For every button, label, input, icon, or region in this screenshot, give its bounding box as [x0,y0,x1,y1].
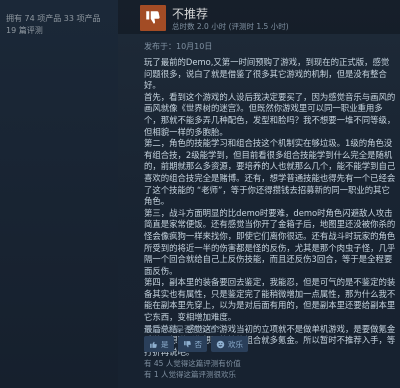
vote-funny-label: 欢乐 [228,339,243,349]
helpful-count: 有 45 人觉得这篇评测有价值 [144,359,241,368]
vote-funny-button[interactable]: 欢乐 [211,336,248,352]
vote-yes-button[interactable]: 是 [144,336,174,352]
thumbs-down-icon [183,340,191,347]
vote-yes-label: 是 [161,339,169,349]
vote-no-button[interactable]: 否 [177,336,207,352]
review-posted-date: 发布于：10月10日 [144,42,213,51]
vote-no-label: 否 [194,339,203,349]
review-paragraph: 第四，副本里的装备要回去鉴定，我能忍，但是可气的是不鉴定的装备其实也有属性，只是… [144,277,396,323]
thumbs-down-icon [140,5,166,31]
review-header: 不推荐 总时数 2.0 小时 (评测时 1.5 小时) [118,0,400,34]
review-paragraph: 第二，角色的技能学习和组合技这个机制实在够垃圾。1级的角色没有组合技，2级能学到… [144,138,396,207]
reviewer-stats: 拥有 74 项产品 33 项产品 19 篇评测 [6,13,101,37]
reviewer-sidebar: 拥有 74 项产品 33 项产品 19 篇评测 [0,0,118,388]
reviewer-products-owned[interactable]: 拥有 74 项产品 33 项产品 [6,13,101,25]
funny-count: 有 1 人觉得这篇评测很欢乐 [144,370,237,379]
thumbs-up-icon [150,341,157,348]
reviewer-review-count[interactable]: 19 篇评测 [6,25,101,37]
vote-buttons: 是 否 欢乐 [144,336,248,352]
review-body: 玩了最前的Demo,又第一时间预购了游戏，到现在的正式版，感觉问题很多，说白了就… [144,57,396,358]
helpful-question: 这篇评测是否有价值？ [144,325,224,334]
review-playtime: 总时数 2.0 小时 (评测时 1.5 小时) [172,22,289,31]
smiley-icon [216,340,225,348]
review-panel: 不推荐 总时数 2.0 小时 (评测时 1.5 小时) 发布于：10月10日 玩… [118,0,400,388]
review-paragraph: 第三，战斗方面明显的比demo时要难，demo时角色闪避敌人攻击简直是家常便饭。… [144,207,396,276]
review-verdict: 不推荐 [172,7,209,21]
review-paragraph: 首先，看到这个游戏的人设后我决定要买了，因为感觉音乐与画风的画风就像《世界树的迷… [144,91,396,137]
review-paragraph: 玩了最前的Demo,又第一时间预购了游戏，到现在的正式版，感觉问题很多，说白了就… [144,57,390,91]
